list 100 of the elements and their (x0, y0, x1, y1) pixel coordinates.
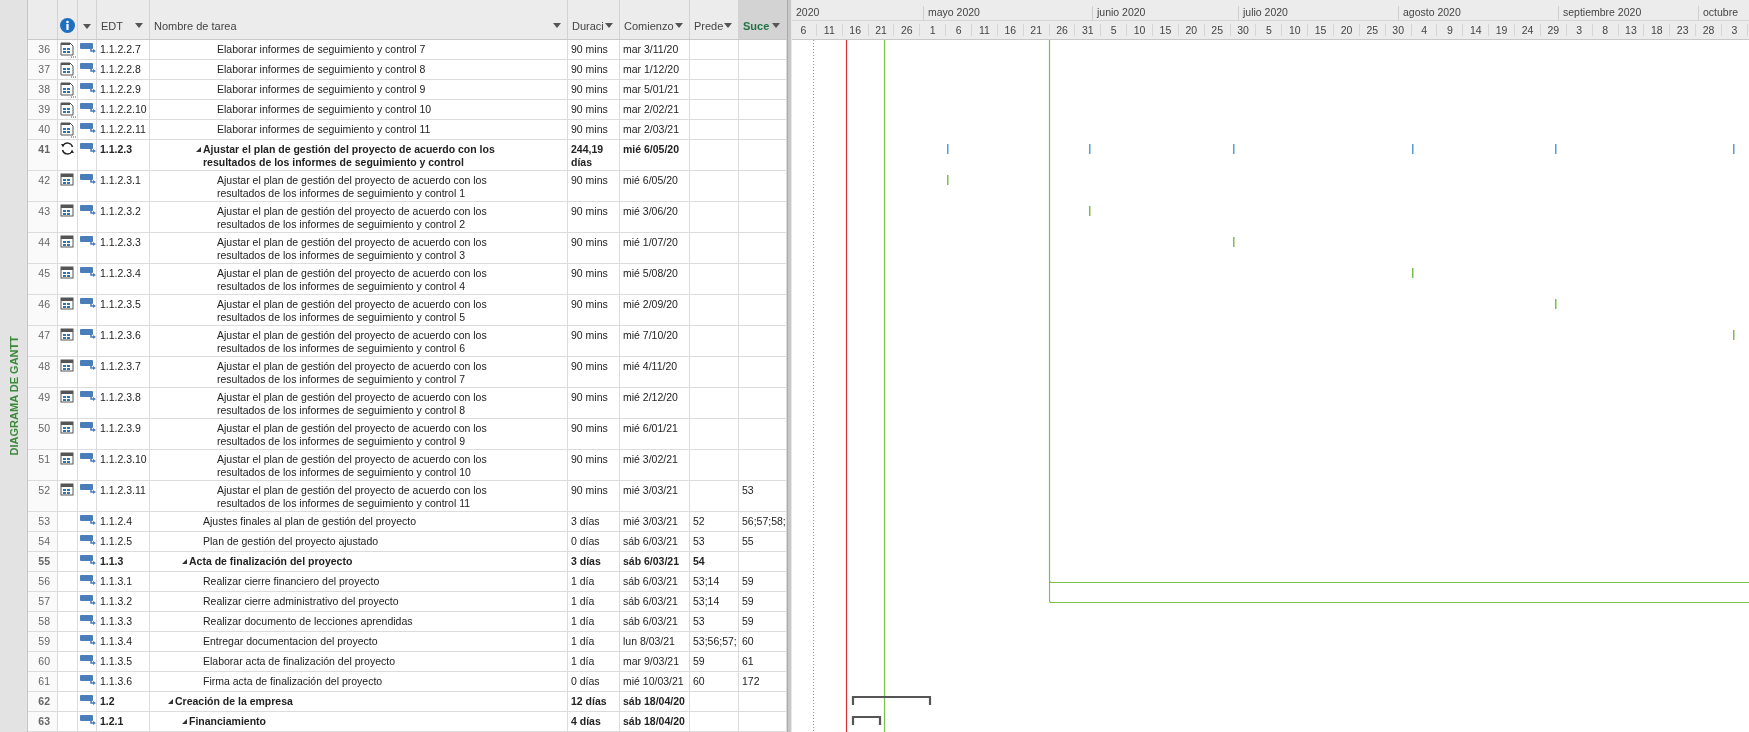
wbs-code: 1.1.2.3.3 (97, 233, 150, 263)
task-mode-icon (80, 61, 96, 73)
calendar-icon (60, 81, 76, 98)
summary-marker[interactable] (947, 144, 949, 154)
wbs-code: 1.1.3.2 (97, 592, 150, 611)
day-label: 16 (849, 24, 861, 37)
collapse-icon[interactable] (181, 559, 187, 564)
day-label: 19 (1495, 24, 1508, 37)
wbs-code: 1.1.2.3.2 (97, 202, 150, 232)
task-mode-icon (80, 673, 96, 685)
summary-bar[interactable] (851, 695, 932, 705)
start-date: mié 3/03/21 (620, 512, 690, 531)
day-label: 9 (1447, 24, 1453, 37)
day-label: 16 (1004, 24, 1017, 37)
dropdown-icon[interactable] (605, 23, 613, 28)
row-number: 49 (28, 388, 58, 418)
start-date: mié 3/02/21 (620, 450, 690, 480)
column-header[interactable]: EDT (97, 0, 150, 39)
day-label: 24 (1521, 24, 1534, 37)
summary-marker[interactable] (1089, 144, 1091, 154)
wbs-code: 1.1.2.2.7 (97, 40, 150, 59)
duration-value: 90 mins (568, 481, 620, 511)
dropdown-icon[interactable] (675, 23, 683, 28)
task-marker[interactable] (1089, 206, 1091, 216)
task-name: Creación de la empresa (175, 695, 293, 708)
task-mode-icon (80, 234, 96, 246)
summary-marker[interactable] (1733, 144, 1735, 154)
summary-marker[interactable] (1412, 144, 1414, 154)
duration-value: 1 día (568, 592, 620, 611)
calendar-icon (60, 172, 74, 186)
task-marker[interactable] (1733, 330, 1735, 340)
day-label: 6 (800, 24, 807, 37)
duration-value: 90 mins (568, 80, 620, 99)
dropdown-icon[interactable] (135, 23, 143, 28)
month-label: 2020 (796, 6, 820, 18)
duration-value: 1 día (568, 612, 620, 631)
recurring-icon (60, 141, 75, 156)
task-mode-icon (80, 451, 96, 463)
task-marker[interactable] (1412, 268, 1414, 278)
dropdown-icon[interactable] (553, 23, 561, 28)
calendar-icon (60, 420, 74, 434)
collapse-icon[interactable] (195, 147, 201, 152)
task-mode-icon (80, 265, 96, 277)
month-label: octubre (1703, 6, 1739, 18)
wbs-code: 1.1.2.3.4 (97, 264, 150, 294)
wbs-code: 1.2 (97, 692, 150, 711)
duration-value: 1 día (568, 652, 620, 671)
collapse-icon[interactable] (167, 699, 173, 704)
summary-marker[interactable] (1555, 144, 1557, 154)
dropdown-icon[interactable] (83, 24, 91, 29)
task-name: Elaborar informes de seguimiento y control 8 (217, 63, 426, 76)
wbs-code: 1.2.1 (97, 712, 150, 731)
row-number: 54 (28, 532, 58, 551)
task-mode-icon (80, 693, 96, 705)
column-header[interactable]: Comienzo (620, 0, 690, 39)
column-header[interactable]: Nombre de tarea (150, 0, 568, 39)
column-header[interactable] (58, 0, 78, 39)
day-label: 10 (1288, 24, 1301, 37)
start-date: sáb 6/03/21 (620, 612, 690, 631)
predecessors-value: 59 (690, 652, 739, 671)
task-mode-icon (80, 172, 96, 184)
month-label: julio 2020 (1243, 6, 1288, 18)
day-label: 20 (1340, 24, 1353, 37)
task-name: Realizar documento de lecciones aprendidas (203, 615, 413, 628)
row-number: 36 (28, 40, 58, 59)
duration-value: 90 mins (568, 264, 620, 294)
start-date: mar 9/03/21 (620, 652, 690, 671)
wbs-code: 1.1.3.6 (97, 672, 150, 691)
task-mode-icon (80, 573, 96, 585)
wbs-code: 1.1.3.1 (97, 572, 150, 591)
task-name: Ajustar el plan de gestión del proyecto de acuerdo con los resultados de los informes de seguimiento y control 11 (217, 484, 488, 510)
task-mode-icon (80, 513, 96, 525)
duration-value: 12 días (568, 692, 620, 711)
wbs-code: 1.1.2.2.8 (97, 60, 150, 79)
wbs-code: 1.1.3.3 (97, 612, 150, 631)
duration-value: 90 mins (568, 419, 620, 449)
task-mode-icon (80, 533, 96, 545)
row-number: 39 (28, 100, 58, 119)
dropdown-icon[interactable] (724, 23, 732, 28)
start-date: mié 2/09/20 (620, 295, 690, 325)
task-marker[interactable] (1555, 299, 1557, 309)
start-date: mié 1/07/20 (620, 233, 690, 263)
column-header[interactable]: Duraci (568, 0, 620, 39)
task-name: Ajustar el plan de gestión del proyecto de acuerdo con los resultados de los informes de seguimiento y control 6 (217, 329, 488, 355)
collapse-icon[interactable] (181, 719, 187, 724)
column-header[interactable]: Suce (739, 0, 787, 39)
row-number: 53 (28, 512, 58, 531)
wbs-code: 1.1.3.4 (97, 632, 150, 651)
summary-marker[interactable] (1233, 144, 1235, 154)
dropdown-icon[interactable] (772, 23, 780, 28)
task-mode-icon (80, 296, 96, 308)
summary-bar[interactable] (851, 715, 882, 725)
task-name: Financiamiento (189, 715, 266, 728)
day-label: 30 (1392, 24, 1405, 37)
task-marker[interactable] (947, 175, 949, 185)
duration-value: 90 mins (568, 40, 620, 59)
task-marker[interactable] (1233, 237, 1235, 247)
month-label: agosto 2020 (1403, 6, 1461, 18)
day-label: 23 (1676, 24, 1689, 37)
month-label: mayo 2020 (928, 6, 980, 18)
